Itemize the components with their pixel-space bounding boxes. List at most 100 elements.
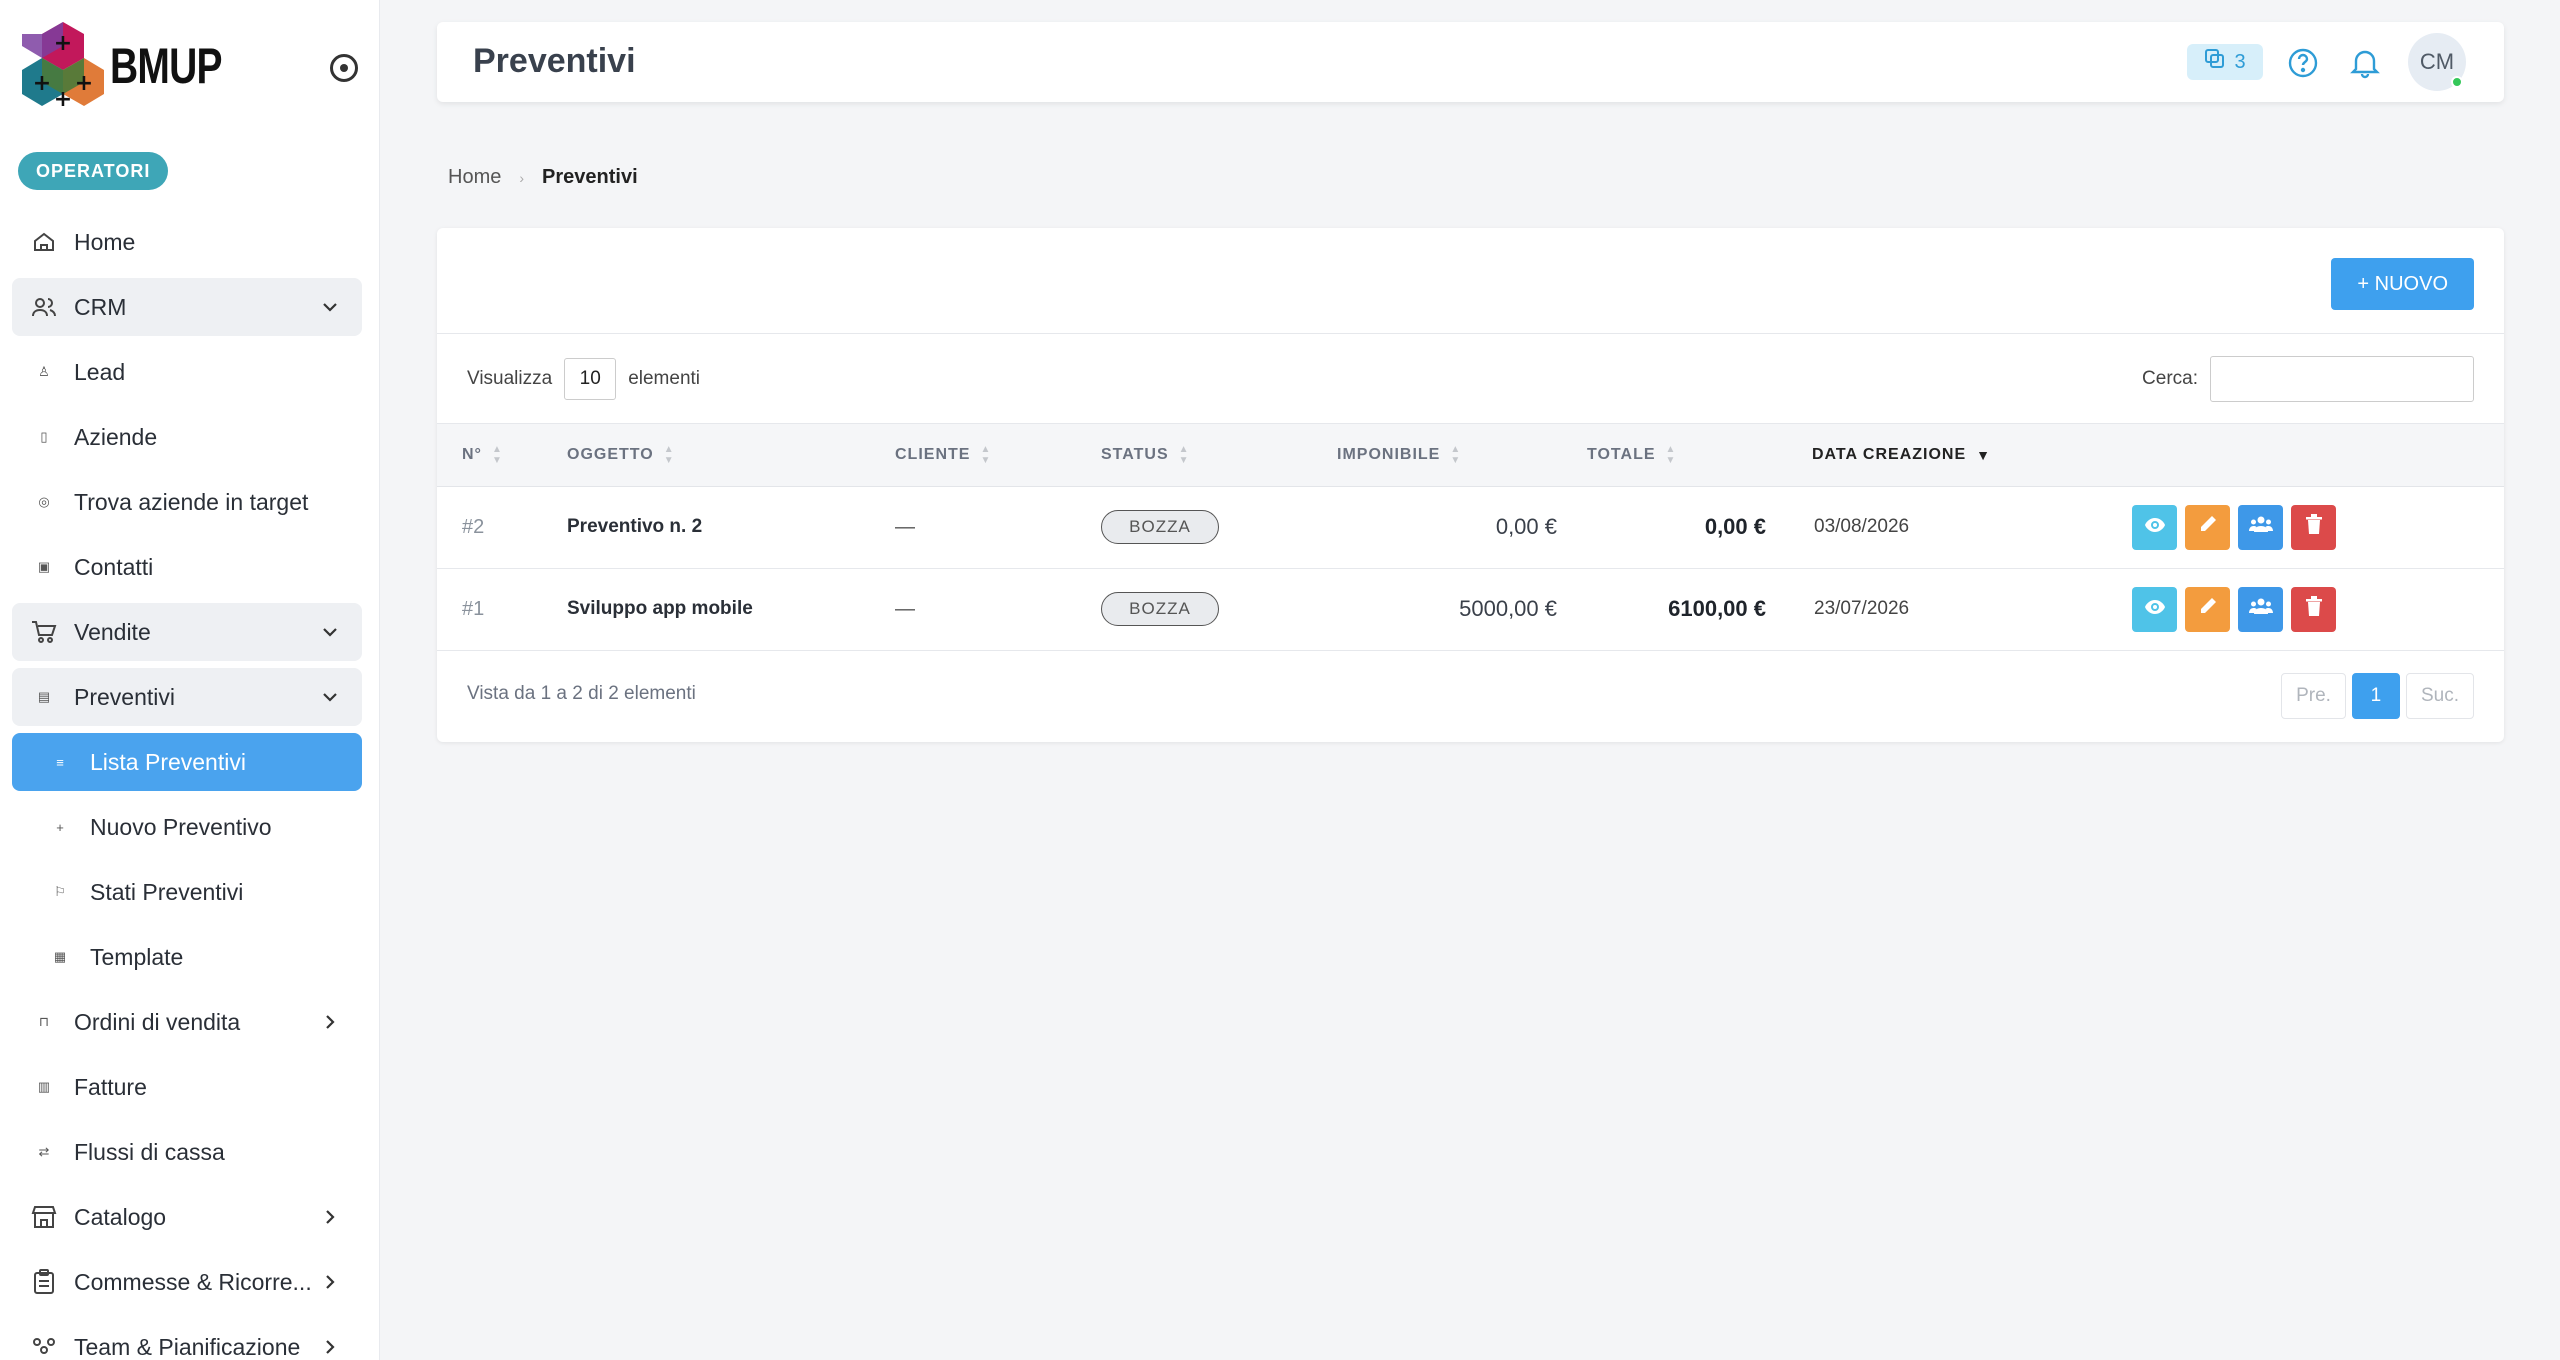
sidebar-item-fatture[interactable]: ▥ Fatture bbox=[12, 1058, 362, 1116]
top-header: Preventivi 3 CM bbox=[437, 22, 2504, 102]
sidebar-item-vendite[interactable]: Vendite bbox=[12, 603, 362, 661]
users-group-icon bbox=[2248, 597, 2273, 621]
sidebar-item-catalogo[interactable]: Catalogo bbox=[12, 1188, 362, 1246]
column-header-label: TOTALE bbox=[1587, 445, 1656, 463]
chevron-right-icon bbox=[318, 1010, 342, 1034]
breadcrumb-home-link[interactable]: Home bbox=[448, 166, 501, 189]
target-icon: ◎ bbox=[38, 494, 50, 509]
bell-icon[interactable] bbox=[2348, 46, 2382, 80]
table-footer: Vista da 1 a 2 di 2 elementi Pre. 1 Suc. bbox=[437, 651, 2504, 741]
sidebar-item-commesse[interactable]: Commesse & Ricorre... bbox=[12, 1253, 362, 1311]
sidebar-item-crm[interactable]: CRM bbox=[12, 278, 362, 336]
chevron-right-icon bbox=[318, 1270, 342, 1294]
cell-imponibile: 0,00 € bbox=[1495, 514, 1557, 539]
table-row: #1 Sviluppo app mobile — BOZZA 5000,00 €… bbox=[437, 568, 2504, 650]
sidebar-item-label: Flussi di cassa bbox=[74, 1138, 225, 1165]
list-icon: ≡ bbox=[56, 754, 64, 770]
sidebar-item-nuovo-preventivo[interactable]: + Nuovo Preventivo bbox=[12, 798, 362, 856]
sort-icon: ▲ ▼ bbox=[1665, 443, 1677, 466]
sidebar-item-home[interactable]: Home bbox=[12, 213, 362, 271]
chevron-right-icon bbox=[318, 1335, 342, 1359]
table-info: Vista da 1 a 2 di 2 elementi bbox=[467, 682, 696, 704]
column-header-totale[interactable]: TOTALE ▲ ▼ bbox=[1587, 424, 1812, 486]
team-icon bbox=[30, 1333, 58, 1360]
search-input[interactable] bbox=[2210, 356, 2474, 402]
breadcrumb-separator: › bbox=[519, 169, 525, 186]
sidebar-item-label: CRM bbox=[74, 293, 127, 320]
cell-actions bbox=[2132, 486, 2504, 568]
tasks-badge-button[interactable]: 3 bbox=[2187, 44, 2263, 80]
eye-icon bbox=[2144, 516, 2166, 539]
column-header-num[interactable]: N° ▲ ▼ bbox=[437, 424, 567, 486]
cell-cliente: — bbox=[895, 597, 915, 620]
sidebar-item-flussi-cassa[interactable]: ⇄ Flussi di cassa bbox=[12, 1123, 362, 1181]
edit-button[interactable] bbox=[2185, 504, 2230, 550]
sidebar-item-stati-preventivi[interactable]: ⚐ Stati Preventivi bbox=[12, 863, 362, 921]
column-header-data-creazione[interactable]: DATA CREAZIONE ▼ bbox=[1812, 424, 2132, 486]
sidebar: + + + + BMUP OPERATORI Home CRM ♙ Lead ▯… bbox=[0, 0, 380, 1360]
search-label: Cerca: bbox=[2142, 368, 2198, 389]
pagination-prev-button[interactable]: Pre. bbox=[2281, 672, 2346, 719]
pagination-page-button[interactable]: 1 bbox=[2351, 672, 2400, 719]
edit-button[interactable] bbox=[2185, 586, 2230, 632]
sidebar-item-aziende[interactable]: ▯ Aziende bbox=[12, 408, 362, 466]
view-button[interactable] bbox=[2132, 586, 2177, 632]
table-header-row: N° ▲ ▼ OGGETTO ▲ ▼ CLIENTE ▲ ▼ STATUS ▲ ▼ IMPONI… bbox=[437, 424, 2504, 486]
sidebar-item-template[interactable]: ▦ Template bbox=[12, 928, 362, 986]
chevron-down-icon bbox=[318, 295, 342, 319]
sidebar-collapse-toggle[interactable] bbox=[330, 54, 358, 82]
delete-button[interactable] bbox=[2291, 586, 2336, 632]
new-quote-button[interactable]: + NUOVO bbox=[2331, 258, 2474, 310]
cell-oggetto[interactable]: Preventivo n. 2 bbox=[567, 486, 895, 568]
page-length-label: Visualizza bbox=[467, 368, 553, 389]
assign-users-button[interactable] bbox=[2238, 504, 2283, 550]
layers-icon bbox=[2204, 48, 2226, 76]
column-header-label: STATUS bbox=[1101, 445, 1169, 463]
brand-name: BMUP bbox=[110, 38, 222, 94]
sidebar-item-trova-aziende[interactable]: ◎ Trova aziende in target bbox=[12, 473, 362, 531]
cell-num[interactable]: #2 bbox=[437, 486, 567, 568]
sort-icon: ▲ ▼ bbox=[1450, 443, 1462, 466]
sidebar-item-preventivi[interactable]: ▤ Preventivi bbox=[12, 668, 362, 726]
column-header-status[interactable]: STATUS ▲ ▼ bbox=[1101, 424, 1337, 486]
role-badge: OPERATORI bbox=[18, 152, 169, 190]
page-length-select[interactable]: 10 bbox=[564, 358, 617, 400]
pagination: Pre. 1 Suc. bbox=[2281, 672, 2474, 719]
view-button[interactable] bbox=[2132, 504, 2177, 550]
logo-mark-icon: + + + + bbox=[22, 22, 104, 112]
table-row: #2 Preventivo n. 2 — BOZZA 0,00 € 0,00 €… bbox=[437, 486, 2504, 568]
column-header-oggetto[interactable]: OGGETTO ▲ ▼ bbox=[567, 424, 895, 486]
pagination-next-button[interactable]: Suc. bbox=[2405, 672, 2474, 719]
cell-status: BOZZA bbox=[1101, 486, 1337, 568]
help-icon[interactable] bbox=[2286, 46, 2320, 80]
brand-logo[interactable]: + + + + BMUP bbox=[22, 20, 253, 112]
sidebar-item-lista-preventivi[interactable]: ≡ Lista Preventivi bbox=[12, 733, 362, 791]
column-header-cliente[interactable]: CLIENTE ▲ ▼ bbox=[895, 424, 1101, 486]
sidebar-nav: Home CRM ♙ Lead ▯ Aziende ◎ Trova aziend… bbox=[12, 213, 362, 1360]
tasks-badge-count: 3 bbox=[2234, 50, 2246, 73]
sidebar-item-label: Aziende bbox=[74, 423, 158, 450]
cell-data-creazione: 03/08/2026 bbox=[1814, 516, 1910, 537]
assign-users-button[interactable] bbox=[2238, 586, 2283, 632]
cell-num[interactable]: #1 bbox=[437, 568, 567, 650]
status-badge: BOZZA bbox=[1101, 592, 1219, 626]
sidebar-item-lead[interactable]: ♙ Lead bbox=[12, 343, 362, 401]
column-header-actions bbox=[2132, 424, 2504, 486]
column-header-imponibile[interactable]: IMPONIBILE ▲ ▼ bbox=[1337, 424, 1587, 486]
page-length-suffix: elementi bbox=[628, 368, 701, 389]
sidebar-item-label: Contatti bbox=[74, 553, 154, 580]
sidebar-item-label: Ordini di vendita bbox=[74, 1008, 241, 1035]
sidebar-item-team[interactable]: Team & Pianificazione bbox=[12, 1318, 362, 1360]
quotes-table: N° ▲ ▼ OGGETTO ▲ ▼ CLIENTE ▲ ▼ STATUS ▲ ▼ IMPONI… bbox=[437, 424, 2504, 651]
table-controls: Visualizza 10 elementi Cerca: bbox=[437, 334, 2504, 424]
cell-oggetto[interactable]: Sviluppo app mobile bbox=[567, 568, 895, 650]
svg-text:+: + bbox=[54, 31, 72, 56]
sidebar-item-ordini-vendita[interactable]: ⊓ Ordini di vendita bbox=[12, 993, 362, 1051]
sidebar-item-label: Nuovo Preventivo bbox=[90, 813, 272, 840]
column-header-label: CLIENTE bbox=[895, 445, 971, 463]
delete-button[interactable] bbox=[2291, 504, 2336, 550]
sidebar-item-label: Template bbox=[90, 943, 184, 970]
bag-icon: ⊓ bbox=[38, 1014, 50, 1029]
sidebar-item-label: Preventivi bbox=[74, 683, 175, 710]
sidebar-item-contatti[interactable]: ▣ Contatti bbox=[12, 538, 362, 596]
